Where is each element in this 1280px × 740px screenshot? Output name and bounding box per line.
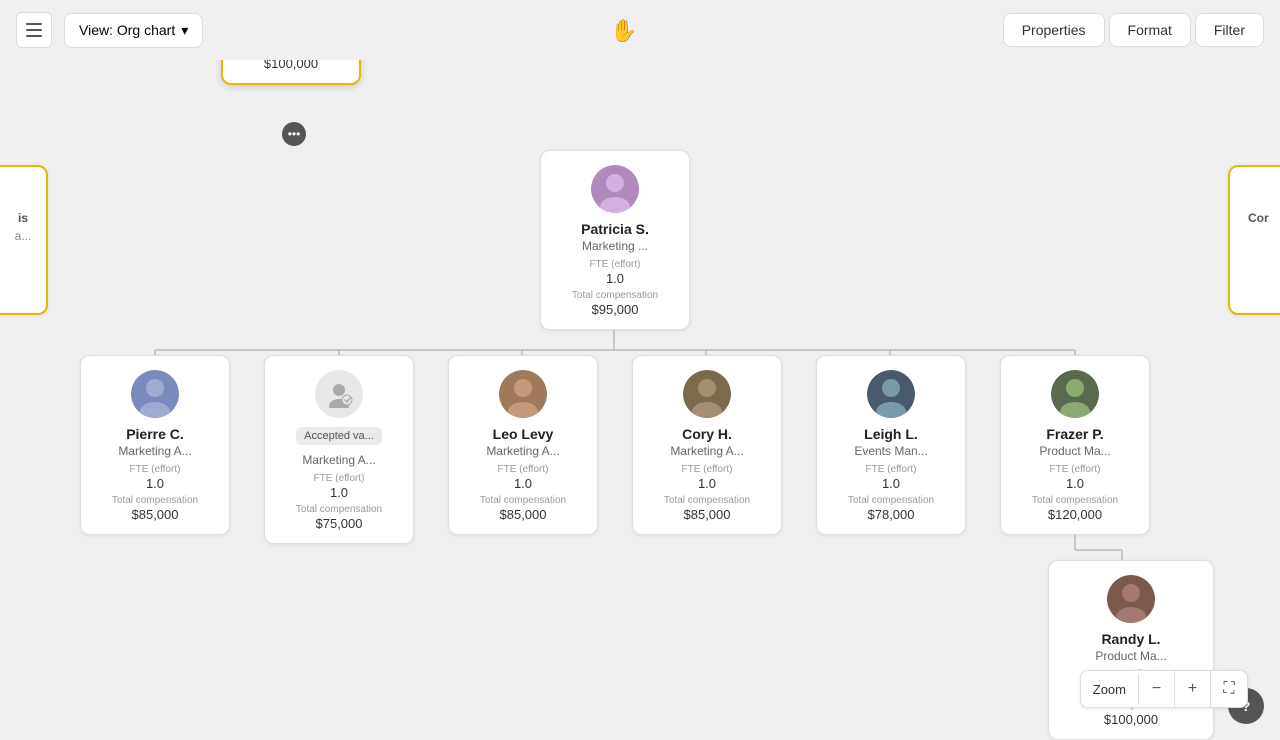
zoom-controls-container: Zoom − + ⛶ ? (1220, 688, 1264, 724)
comp-value-leigh: $78,000 (831, 507, 951, 522)
card-accepted[interactable]: Accepted va... Marketing A... FTE (effor… (264, 355, 414, 544)
partial-left-text2: a... (14, 229, 32, 243)
comp-value-frazer: $120,000 (1015, 507, 1135, 522)
avatar-patricia (591, 165, 639, 213)
comp-value-leo: $85,000 (463, 507, 583, 522)
avatar-randy (1107, 575, 1155, 623)
card-leigh[interactable]: Leigh L. Events Man... FTE (effort) 1.0 … (816, 355, 966, 535)
comp-label-frazer: Total compensation (1015, 495, 1135, 506)
card-pierre[interactable]: Pierre C. Marketing A... FTE (effort) 1.… (80, 355, 230, 535)
name-frazer: Frazer P. (1015, 426, 1135, 442)
fte-value-frazer: 1.0 (1015, 476, 1135, 491)
fte-value-leo: 1.0 (463, 476, 583, 491)
partial-right-text1: Cor (1244, 211, 1266, 225)
view-dropdown-label: View: Org chart (79, 22, 175, 38)
person-avatar-leigh (867, 370, 915, 418)
fte-value-accepted: 1.0 (279, 485, 399, 500)
partial-card-left[interactable]: is a... (0, 165, 48, 315)
fte-value-patricia: 1.0 (555, 271, 675, 286)
comp-value-patricia: $95,000 (555, 302, 675, 317)
comp-label-pierre: Total compensation (95, 495, 215, 506)
avatar-pierre (131, 370, 179, 418)
role-patricia: Marketing ... (555, 239, 675, 253)
role-randy: Product Ma... (1063, 649, 1199, 663)
avatar-frazer (1051, 370, 1099, 418)
card-patricia[interactable]: Patricia S. Marketing ... FTE (effort) 1… (540, 150, 690, 330)
fullscreen-icon: ⛶ (1223, 680, 1234, 698)
person-avatar-leo (499, 370, 547, 418)
role-accepted: Marketing A... (279, 453, 399, 467)
tooltip-comp-value: $100,000 (237, 60, 345, 71)
comp-label-patricia: Total compensation (555, 290, 675, 301)
partial-left-text1: is (14, 211, 32, 225)
comp-value-randy: $100,000 (1063, 712, 1199, 727)
avatar-leigh (867, 370, 915, 418)
avatar-accepted-placeholder (315, 370, 363, 418)
zoom-label: Zoom (1081, 674, 1139, 705)
comp-value-pierre: $85,000 (95, 507, 215, 522)
comp-label-cory: Total compensation (647, 495, 767, 506)
zoom-plus-button[interactable]: + (1175, 671, 1211, 707)
role-cory: Marketing A... (647, 444, 767, 458)
name-leigh: Leigh L. (831, 426, 951, 442)
name-leo: Leo Levy (463, 426, 583, 442)
avatar-leo (499, 370, 547, 418)
person-placeholder-icon (325, 380, 353, 408)
fte-value-pierre: 1.0 (95, 476, 215, 491)
role-pierre: Marketing A... (95, 444, 215, 458)
card-cory[interactable]: Cory H. Marketing A... FTE (effort) 1.0 … (632, 355, 782, 535)
toolbar: View: Org chart ▾ Properties Format Filt… (0, 0, 1280, 60)
zoom-minus-icon: − (1152, 680, 1161, 698)
properties-button[interactable]: Properties (1003, 13, 1105, 47)
zoom-fullscreen-button[interactable]: ⛶ (1211, 671, 1247, 707)
role-leigh: Events Man... (831, 444, 951, 458)
card-frazer[interactable]: Frazer P. Product Ma... FTE (effort) 1.0… (1000, 355, 1150, 535)
toolbar-right: Properties Format Filter (1003, 13, 1264, 47)
fte-label-cory: FTE (effort) (647, 464, 767, 475)
zoom-plus-icon: + (1188, 680, 1197, 698)
sidebar-toggle-button[interactable] (16, 12, 52, 48)
chevron-down-icon: ▾ (181, 22, 188, 39)
sidebar-icon (26, 23, 42, 37)
person-avatar-randy (1107, 575, 1155, 623)
comp-value-cory: $85,000 (647, 507, 767, 522)
fte-label-accepted: FTE (effort) (279, 473, 399, 484)
person-avatar-frazer (1051, 370, 1099, 418)
fte-label-frazer: FTE (effort) (1015, 464, 1135, 475)
name-patricia: Patricia S. (555, 221, 675, 237)
fte-value-leigh: 1.0 (831, 476, 951, 491)
name-randy: Randy L. (1063, 631, 1199, 647)
name-pierre: Pierre C. (95, 426, 215, 442)
role-leo: Marketing A... (463, 444, 583, 458)
role-frazer: Product Ma... (1015, 444, 1135, 458)
fte-label-leigh: FTE (effort) (831, 464, 951, 475)
filter-button[interactable]: Filter (1195, 13, 1264, 47)
view-dropdown[interactable]: View: Org chart ▾ (64, 13, 203, 48)
person-avatar-pierre (131, 370, 179, 418)
tooltip-card: Total compensation $100,000 (221, 60, 361, 85)
fte-value-cory: 1.0 (647, 476, 767, 491)
avatar-cory (683, 370, 731, 418)
partial-card-right[interactable]: Cor (1228, 165, 1280, 315)
person-avatar-cory (683, 370, 731, 418)
comp-label-accepted: Total compensation (279, 504, 399, 515)
fte-label-leo: FTE (effort) (463, 464, 583, 475)
comp-value-accepted: $75,000 (279, 516, 399, 531)
fte-label-patricia: FTE (effort) (555, 259, 675, 270)
format-button[interactable]: Format (1109, 13, 1191, 47)
person-avatar-patricia (591, 165, 639, 213)
card-randy[interactable]: Randy L. Product Ma... FTE (effort) 1.0 … (1048, 560, 1214, 740)
more-options-button[interactable]: ••• (282, 122, 306, 146)
zoom-controls: Zoom − + ⛶ (1080, 670, 1248, 708)
comp-label-leigh: Total compensation (831, 495, 951, 506)
canvas: Total compensation $100,000 ••• is a... … (0, 60, 1280, 740)
accepted-badge: Accepted va... (296, 427, 382, 445)
zoom-minus-button[interactable]: − (1139, 671, 1175, 707)
comp-label-leo: Total compensation (463, 495, 583, 506)
name-cory: Cory H. (647, 426, 767, 442)
card-leo[interactable]: Leo Levy Marketing A... FTE (effort) 1.0… (448, 355, 598, 535)
fte-label-pierre: FTE (effort) (95, 464, 215, 475)
toolbar-left: View: Org chart ▾ (16, 12, 203, 48)
